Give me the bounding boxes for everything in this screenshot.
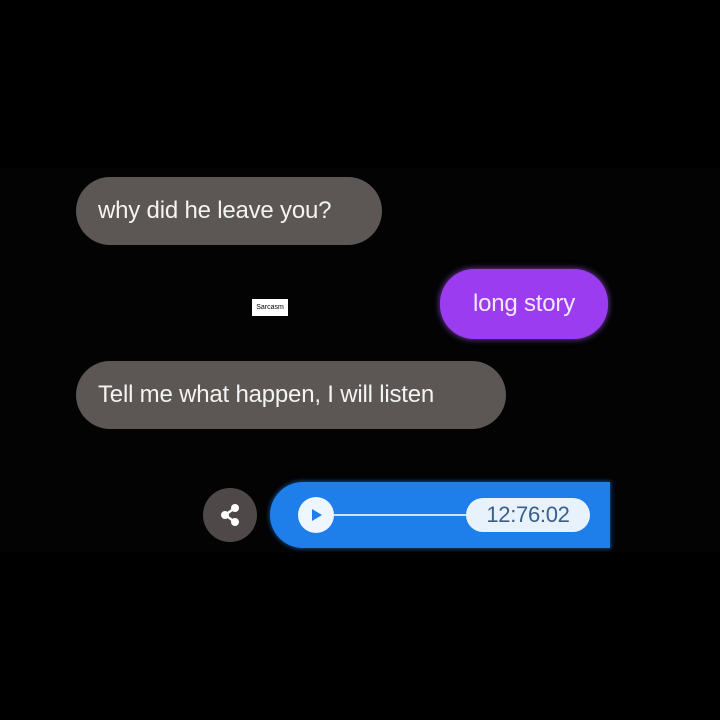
play-button[interactable] bbox=[298, 497, 334, 533]
voice-message-bubble[interactable]: 12:76:02 bbox=[270, 482, 610, 548]
audio-progress-track[interactable] bbox=[334, 514, 474, 516]
share-icon bbox=[221, 504, 239, 526]
incoming-message-bubble[interactable]: Tell me what happen, I will listen bbox=[76, 361, 506, 429]
screenshot-stage: why did he leave you? long story Sarcasm… bbox=[0, 0, 720, 720]
message-text: why did he leave you? bbox=[98, 197, 332, 224]
incoming-message-bubble[interactable]: why did he leave you? bbox=[76, 177, 382, 245]
share-button[interactable] bbox=[203, 488, 257, 542]
audio-duration: 12:76:02 bbox=[466, 498, 590, 532]
play-icon bbox=[312, 509, 322, 521]
outgoing-message-bubble[interactable]: long story bbox=[440, 269, 608, 339]
message-text: long story bbox=[472, 290, 576, 317]
watermark-label: Sarcasm bbox=[252, 299, 288, 316]
message-text: Tell me what happen, I will listen bbox=[98, 381, 435, 408]
